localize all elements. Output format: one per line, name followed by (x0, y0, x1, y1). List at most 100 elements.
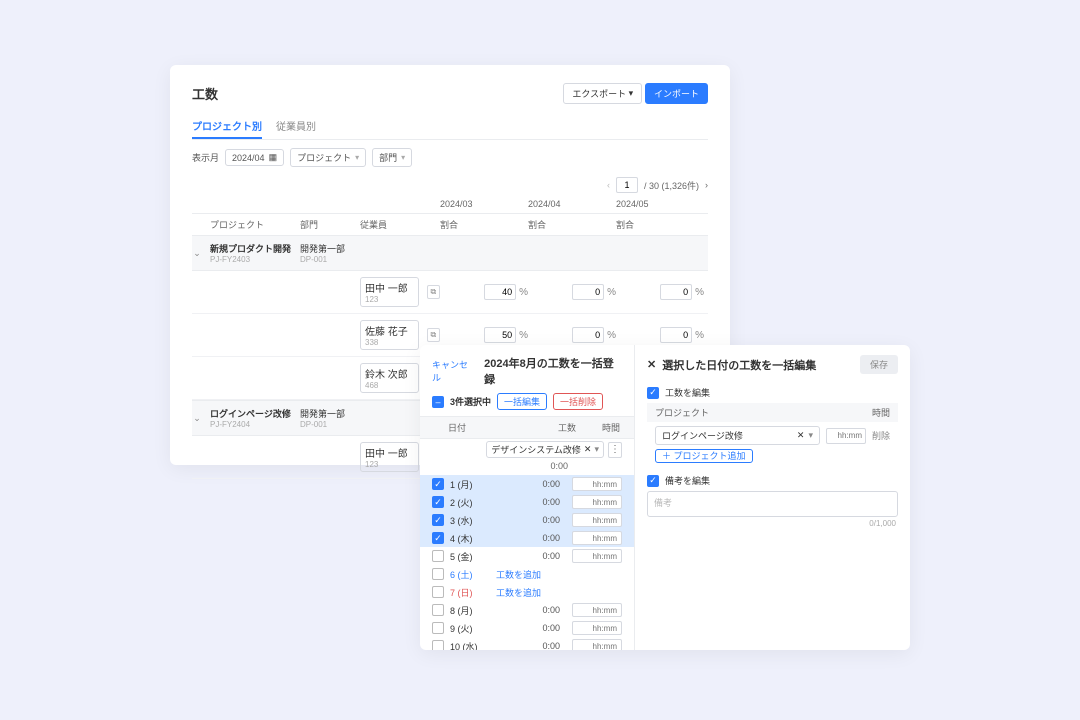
chevron-down-icon: ▾ (355, 153, 359, 162)
copy-icon[interactable]: ⧉ (427, 285, 440, 299)
day-checkbox[interactable] (432, 640, 444, 650)
import-button[interactable]: インポート (645, 83, 708, 104)
col-date: 日付 (432, 421, 480, 434)
ratio-input[interactable] (572, 284, 604, 300)
edit-memo-checkbox[interactable]: ✓ (647, 475, 659, 487)
dept-filter[interactable]: 部門▾ (372, 148, 412, 167)
pager-next[interactable]: › (705, 180, 708, 190)
dept-code: DP-001 (300, 420, 360, 429)
ratio-input[interactable] (660, 327, 692, 343)
day-row[interactable]: ✓ 4 (木) 0:00 (420, 529, 634, 547)
tab-project[interactable]: プロジェクト別 (192, 114, 262, 139)
save-button[interactable]: 保存 (860, 355, 898, 374)
pager-prev[interactable]: ‹ (607, 180, 610, 190)
employee-select[interactable]: 佐藤 花子338 (360, 320, 419, 350)
project-code: PJ-FY2403 (210, 255, 300, 264)
project-select[interactable]: ログインページ改修✕▾ (655, 426, 820, 445)
copy-icon[interactable]: ⧉ (427, 328, 440, 342)
project-code: PJ-FY2404 (210, 420, 300, 429)
month-col: 2024/05 (616, 199, 704, 209)
add-hours-link[interactable]: 工数を追加 (496, 568, 541, 581)
expand-icon[interactable]: ⌄ (192, 248, 202, 259)
day-checkbox[interactable]: ✓ (432, 514, 444, 526)
clear-icon[interactable]: ✕ (797, 430, 805, 441)
day-row[interactable]: ✓ 3 (水) 0:00 (420, 511, 634, 529)
day-checkbox[interactable] (432, 568, 444, 580)
day-checkbox[interactable] (432, 586, 444, 598)
ratio-input[interactable] (572, 327, 604, 343)
ratio-input[interactable] (660, 284, 692, 300)
day-label: 3 (水) (450, 514, 490, 527)
expand-icon[interactable]: ⌄ (192, 413, 202, 424)
day-row[interactable]: 5 (金)0:00 (420, 547, 634, 565)
bulk-edit-button[interactable]: 一括編集 (497, 393, 547, 410)
day-time-input[interactable] (572, 513, 622, 527)
day-checkbox[interactable] (432, 622, 444, 634)
day-checkbox[interactable]: ✓ (432, 496, 444, 508)
day-row[interactable]: 6 (土)工数を追加 (420, 565, 634, 583)
day-hours: 0:00 (532, 533, 560, 543)
col-ratio: 割合 (528, 218, 616, 231)
day-time-input[interactable] (572, 549, 622, 563)
th-time: 時間 (840, 406, 890, 419)
bulk-delete-button[interactable]: 一括削除 (553, 393, 603, 410)
project-name: 新規プロダクト開発 (210, 242, 300, 255)
day-time-input[interactable] (572, 477, 622, 491)
chevron-down-icon: ▾ (629, 88, 634, 99)
day-time-input[interactable] (572, 495, 622, 509)
edit-memo-label: 備考を編集 (665, 474, 710, 487)
day-row[interactable]: 9 (火)0:00 (420, 619, 634, 637)
pager-total: / 30 (1,326件) (644, 179, 699, 192)
bulk-register-dialog: キャンセル 2024年8月の工数を一括登録 – 3件選択中 一括編集 一括削除 … (420, 345, 910, 650)
col-dept: 部門 (300, 218, 360, 231)
day-row[interactable]: 10 (水)0:00 (420, 637, 634, 650)
col-ratio: 割合 (440, 218, 528, 231)
month-picker[interactable]: 2024/04▦ (225, 149, 284, 166)
pager-page-input[interactable] (616, 177, 638, 193)
day-time-input[interactable] (572, 603, 622, 617)
select-all-checkbox[interactable]: – (432, 396, 444, 408)
employee-select[interactable]: 田中 一郎123 (360, 277, 419, 307)
day-label: 4 (木) (450, 532, 490, 545)
day-row[interactable]: ✓2 (火)0:00 (420, 493, 634, 511)
day-row[interactable]: 8 (月)0:00 (420, 601, 634, 619)
employee-select[interactable]: 田中 一郎123 (360, 442, 419, 472)
th-project: プロジェクト (655, 406, 840, 419)
day-checkbox[interactable] (432, 550, 444, 562)
day-hours: 0:00 (532, 515, 560, 525)
day-row[interactable]: 7 (日)工数を追加 (420, 583, 634, 601)
cancel-button[interactable]: キャンセル (432, 358, 476, 384)
time-input[interactable] (826, 428, 866, 444)
month-label: 表示月 (192, 151, 219, 164)
day-label: 10 (水) (450, 640, 490, 651)
delete-row-button[interactable]: 削除 (872, 429, 890, 442)
day-checkbox[interactable] (432, 604, 444, 616)
selected-count: 3件選択中 (450, 395, 491, 408)
sum-hours: 0:00 (550, 461, 568, 471)
day-hours: 0:00 (532, 551, 560, 561)
memo-textarea[interactable]: 備考 (647, 491, 898, 517)
page-title: 工数 (192, 84, 218, 103)
more-menu[interactable]: ⋮ (608, 442, 622, 458)
ratio-input[interactable] (484, 284, 516, 300)
day-time-input[interactable] (572, 621, 622, 635)
project-chip[interactable]: デザインシステム改修✕▾ (486, 441, 604, 458)
add-hours-link[interactable]: 工数を追加 (496, 586, 541, 599)
col-hours: 工数 (480, 421, 576, 434)
day-checkbox[interactable]: ✓ (432, 532, 444, 544)
day-time-input[interactable] (572, 639, 622, 650)
tab-employee[interactable]: 従業員別 (276, 114, 316, 139)
export-button[interactable]: エクスポート ▾ (563, 83, 642, 104)
day-checkbox[interactable]: ✓ (432, 478, 444, 490)
day-row[interactable]: ✓1 (月)0:00 (420, 475, 634, 493)
project-filter[interactable]: プロジェクト▾ (290, 148, 366, 167)
close-icon[interactable]: ✕ (647, 358, 656, 371)
ratio-input[interactable] (484, 327, 516, 343)
calendar-icon: ▦ (269, 152, 278, 163)
chevron-down-icon: ▾ (594, 444, 599, 455)
employee-select[interactable]: 鈴木 次郎468 (360, 363, 419, 393)
clear-icon[interactable]: ✕ (584, 444, 592, 455)
day-time-input[interactable] (572, 531, 622, 545)
add-project-button[interactable]: ＋ プロジェクト追加 (655, 449, 753, 463)
edit-hours-checkbox[interactable]: ✓ (647, 387, 659, 399)
